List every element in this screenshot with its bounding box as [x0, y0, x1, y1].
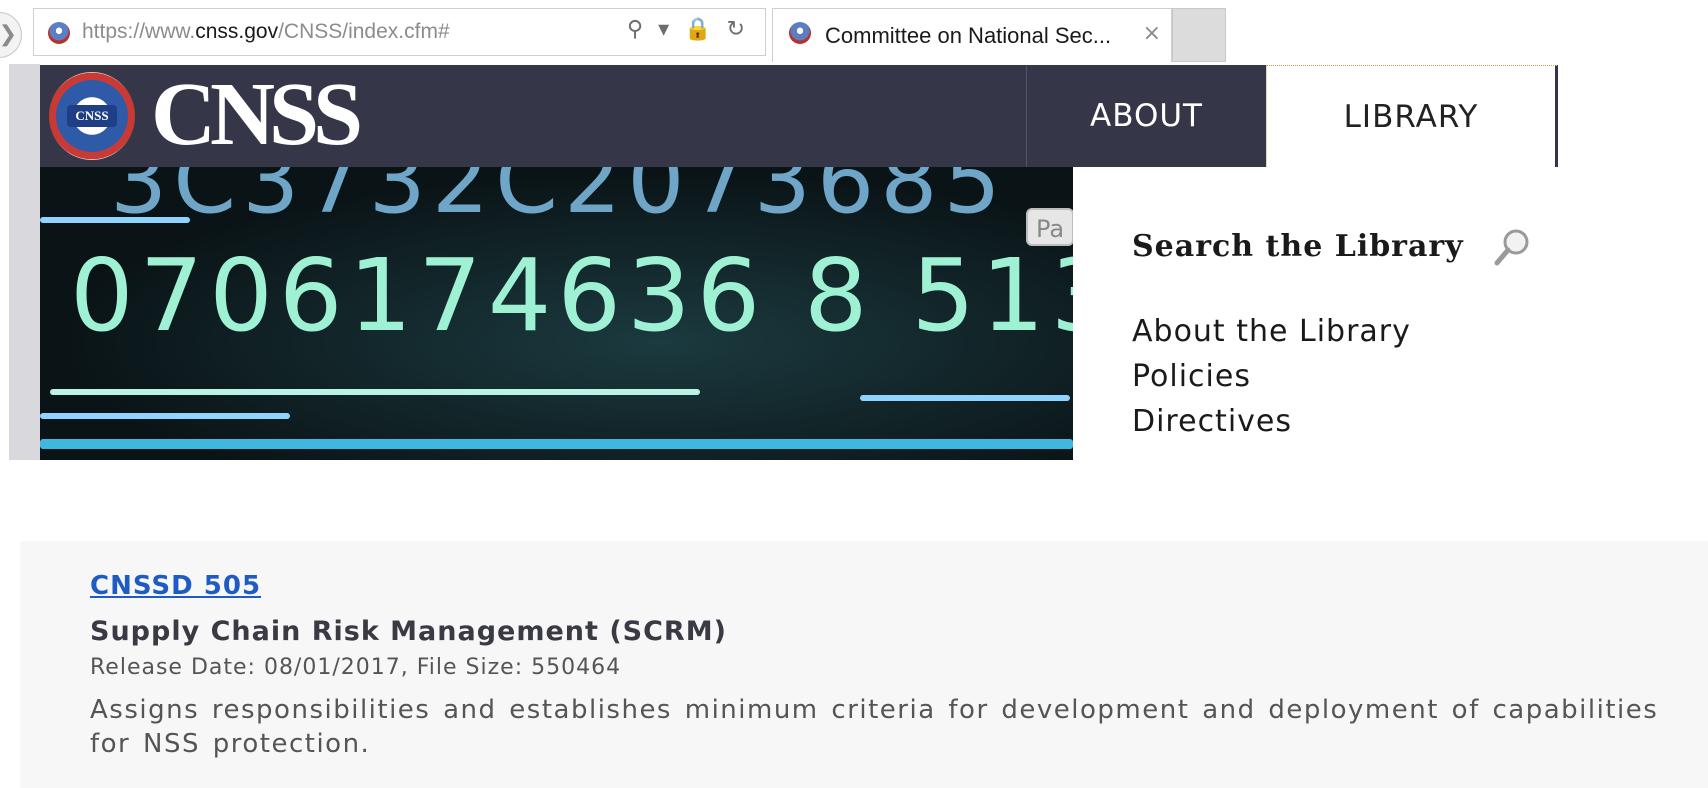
url-text[interactable]: https://www.cnss.gov/CNSS/index.cfm#: [82, 20, 450, 44]
hero-light-streak: [40, 439, 1073, 449]
hero-light-streak: [860, 395, 1070, 401]
nav-about[interactable]: ABOUT: [1026, 65, 1266, 167]
back-arrow-icon[interactable]: ❯: [0, 12, 22, 58]
hero-code-line: 0706174636 8 513: [70, 237, 1073, 354]
tab-close-icon[interactable]: ×: [1143, 21, 1161, 46]
hero-light-streak: [50, 389, 700, 395]
document-card: CNSSD 505 Supply Chain Risk Management (…: [20, 541, 1708, 788]
browser-chrome: ❯ https://www.cnss.gov/CNSS/index.cfm# ⚲…: [0, 0, 1240, 64]
site-logo[interactable]: CNSS: [151, 65, 363, 165]
site-header: CNSS CNSS: [40, 65, 1060, 169]
tab-title: Committee on National Sec...: [825, 23, 1112, 48]
url-path: /CNSS/index.cfm#: [278, 20, 450, 43]
address-bar[interactable]: https://www.cnss.gov/CNSS/index.cfm# ⚲ ▾…: [33, 8, 766, 56]
hero-light-streak: [40, 217, 190, 223]
url-prefix: https://www.: [82, 20, 196, 43]
magnifier-icon[interactable]: [1493, 227, 1531, 267]
link-about-the-library[interactable]: About the Library: [1132, 314, 1411, 349]
document-title: Supply Chain Risk Management (SCRM): [90, 616, 727, 647]
seal-label: CNSS: [67, 105, 117, 127]
address-bar-icons[interactable]: ⚲ ▾ 🔒 ↻: [627, 17, 749, 42]
nav-library[interactable]: LIBRARY: [1266, 65, 1558, 169]
document-link[interactable]: CNSSD 505: [90, 571, 261, 601]
search-library-heading[interactable]: Search the Library: [1132, 229, 1464, 264]
url-host: cnss.gov: [195, 20, 279, 43]
document-description: Assigns responsibilities and establishes…: [90, 695, 1659, 759]
hero-code-line: 3C3732C2073685: [110, 167, 1007, 234]
tab-favicon-icon: [789, 22, 811, 44]
site-globe-icon: [48, 22, 70, 44]
new-tab-button[interactable]: [1172, 8, 1226, 62]
hero-light-streak: [40, 413, 290, 419]
hero-image: 3C3732C2073685 0706174636 8 513: [40, 167, 1073, 460]
link-directives[interactable]: Directives: [1132, 404, 1292, 439]
link-policies[interactable]: Policies: [1132, 359, 1251, 394]
document-meta: Release Date: 08/01/2017, File Size: 550…: [90, 655, 622, 680]
cnss-seal-icon[interactable]: CNSS: [49, 72, 135, 160]
library-dropdown: Search the Library About the Library Pol…: [1073, 167, 1558, 460]
browser-tab[interactable]: Committee on National Sec... ×: [772, 8, 1172, 62]
hero-tag: Pa: [1026, 208, 1074, 246]
page-gutter: [9, 64, 40, 460]
